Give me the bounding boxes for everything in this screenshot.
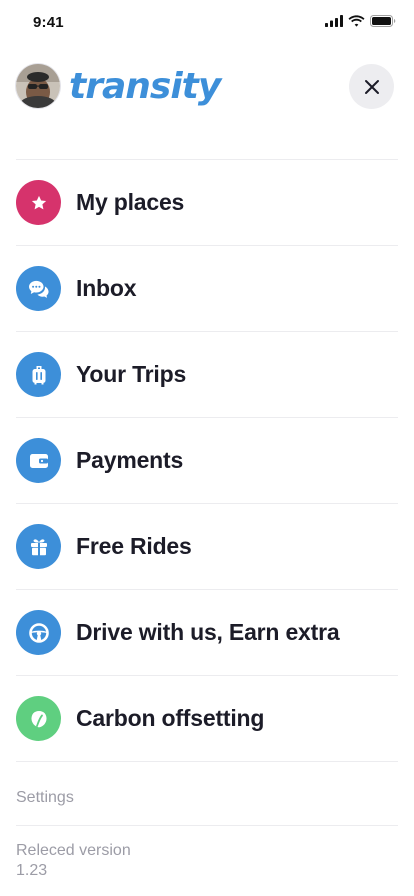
menu-item-label: Carbon offsetting <box>76 705 265 731</box>
close-button[interactable] <box>349 64 394 109</box>
menu-header: transity <box>0 60 414 116</box>
version-info: Releced version 1.23 <box>16 841 131 881</box>
menu-item-payments[interactable]: Payments <box>16 418 398 504</box>
leaf-icon <box>31 710 46 727</box>
gift-icon <box>30 538 47 555</box>
transity-logo: transity <box>69 66 221 107</box>
status-icons <box>325 15 396 27</box>
menu-item-label: Inbox <box>76 275 137 301</box>
version-number: 1.23 <box>16 862 48 879</box>
menu-item-carbon-offsetting[interactable]: Carbon offsetting <box>16 676 398 762</box>
star-icon <box>31 195 46 209</box>
menu-icon-circle <box>16 610 61 655</box>
settings-link[interactable]: Settings <box>16 760 398 826</box>
menu-item-label: Drive with us, Earn extra <box>76 619 340 645</box>
steering-wheel-icon <box>28 622 49 643</box>
menu-icon-circle <box>16 266 61 311</box>
menu-item-label: Payments <box>76 447 184 473</box>
menu-icon-circle <box>16 352 61 397</box>
chat-bubbles-icon <box>28 280 49 298</box>
close-icon <box>364 79 379 94</box>
version-label: Releced version <box>16 842 131 859</box>
menu-item-label: Your Trips <box>76 361 187 387</box>
menu-list: My places Inbox Your Trips Payments Free… <box>16 159 398 762</box>
avatar[interactable] <box>16 64 60 108</box>
luggage-icon <box>32 365 45 384</box>
status-bar: 9:41 <box>0 0 414 44</box>
cellular-signal-icon <box>325 15 343 27</box>
menu-item-my-places[interactable]: My places <box>16 160 398 246</box>
menu-icon-circle <box>16 524 61 569</box>
menu-item-your-trips[interactable]: Your Trips <box>16 332 398 418</box>
settings-label: Settings <box>16 789 74 806</box>
menu-icon-circle <box>16 696 61 741</box>
wifi-icon <box>348 15 365 27</box>
menu-icon-circle <box>16 438 61 483</box>
menu-item-free-rides[interactable]: Free Rides <box>16 504 398 590</box>
menu-item-inbox[interactable]: Inbox <box>16 246 398 332</box>
menu-item-drive-with-us[interactable]: Drive with us, Earn extra <box>16 590 398 676</box>
status-time: 9:41 <box>33 14 64 31</box>
menu-icon-circle <box>16 180 61 225</box>
battery-icon <box>370 15 396 27</box>
menu-item-label: My places <box>76 189 185 215</box>
menu-item-label: Free Rides <box>76 533 192 559</box>
wallet-icon <box>29 453 48 468</box>
